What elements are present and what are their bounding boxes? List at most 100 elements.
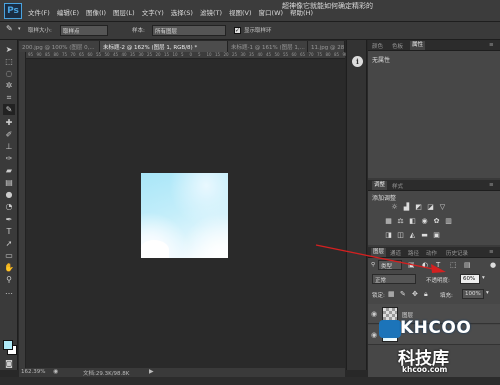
blend-mode-dropdown[interactable]: 正常 [372, 274, 416, 284]
history-brush-tool-icon[interactable]: ✑ [3, 153, 15, 164]
filter-toggle-icon[interactable]: ● [490, 261, 496, 269]
menu-window[interactable]: 窗口(W) [259, 7, 284, 17]
document-image[interactable] [141, 173, 228, 258]
selective-color-icon[interactable]: ▣ [432, 231, 441, 240]
kind-filter-icon[interactable]: ⚲ [371, 262, 375, 268]
zoom-tool-icon[interactable]: ⚲ [3, 274, 15, 285]
marquee-tool-icon[interactable]: ⬚ [3, 56, 15, 67]
menu-view[interactable]: 视图(V) [229, 7, 252, 17]
kind-filter-dropdown[interactable]: 类型 [378, 260, 402, 270]
tab-swatches[interactable]: 色板 [392, 42, 403, 50]
layers-menu-icon[interactable]: ≡ [489, 249, 494, 255]
lock-transparent-icon[interactable]: ▦ [388, 290, 395, 298]
ruler-tick: 60 [291, 52, 297, 57]
opacity-chevron-icon[interactable]: ▾ [482, 275, 485, 281]
visibility-eye-icon[interactable]: ◉ [371, 310, 377, 318]
show-ring-checkbox[interactable]: ✓ [234, 27, 241, 34]
shape-filter-icon[interactable]: ⬚ [450, 261, 457, 269]
dodge-tool-icon[interactable]: ◔ [3, 201, 15, 212]
brightness-icon[interactable]: ☼ [390, 203, 399, 212]
vibrance-icon[interactable]: ▽ [438, 203, 447, 212]
tab-layers[interactable]: 图层 [371, 248, 387, 257]
sample-size-dropdown[interactable]: 取样点 [60, 25, 108, 36]
adjustment-filter-icon[interactable]: ◐ [422, 261, 428, 269]
lock-pixels-icon[interactable]: ✎ [400, 290, 406, 298]
exposure-icon[interactable]: ◪ [426, 203, 435, 212]
path-select-tool-icon[interactable]: ➚ [3, 238, 15, 249]
canvas-area[interactable] [26, 59, 345, 368]
pen-tool-icon[interactable]: ✒ [3, 214, 15, 225]
lock-position-icon[interactable]: ✥ [412, 290, 418, 298]
visibility-eye-icon[interactable]: ◉ [371, 331, 377, 339]
clone-stamp-tool-icon[interactable]: ⊥ [3, 141, 15, 152]
menu-filter[interactable]: 滤镜(T) [200, 7, 222, 17]
tab-document-2[interactable]: 未标题-2 @ 162% (图层 1, RGB/8) * [100, 41, 228, 52]
hue-saturation-icon[interactable]: ▦ [384, 217, 393, 226]
gradient-tool-icon[interactable]: ▤ [3, 177, 15, 188]
channel-mixer-icon[interactable]: ✿ [432, 217, 441, 226]
healing-brush-tool-icon[interactable]: ✚ [3, 117, 15, 128]
smart-object-filter-icon[interactable]: ▤ [464, 261, 471, 269]
watermark-logo: KHCOO [400, 318, 472, 338]
tab-document-4[interactable]: 11.jpg @ 28.5% (图层 0,... [308, 41, 345, 52]
tab-styles[interactable]: 样式 [392, 182, 403, 190]
gradient-map-icon[interactable]: ▬ [420, 231, 429, 240]
tab-adjustments[interactable]: 调整 [372, 181, 388, 190]
ruler-tick: 5 [181, 52, 184, 57]
type-filter-icon[interactable]: T [436, 261, 440, 269]
menu-layer[interactable]: 图层(L) [113, 7, 135, 17]
edit-toolbar-icon[interactable]: … [3, 286, 15, 297]
eyedropper-tool-icon[interactable]: ✎ [3, 104, 15, 115]
opacity-input[interactable]: 60% [460, 274, 480, 284]
photo-filter-icon[interactable]: ◉ [420, 217, 429, 226]
sample-dropdown[interactable]: 所有图层 [152, 25, 226, 36]
eyedropper-icon[interactable]: ✎ [6, 24, 13, 33]
pixel-filter-icon[interactable]: ▣ [408, 261, 415, 269]
tool-preset-chevron-icon[interactable]: ▾ [18, 26, 21, 32]
panel-menu-icon[interactable]: ≡ [489, 42, 494, 48]
tab-document-3[interactable]: 未标题-1 @ 161% (图层 1,... [228, 41, 308, 52]
zoom-level[interactable]: 162.39% [21, 369, 45, 375]
type-tool-icon[interactable]: T [3, 226, 15, 237]
fill-input[interactable]: 100% [462, 289, 484, 299]
curves-icon[interactable]: ◩ [414, 203, 423, 212]
tab-properties[interactable]: 属性 [410, 41, 426, 50]
invert-icon[interactable]: ◨ [384, 231, 393, 240]
tab-actions[interactable]: 动作 [426, 249, 437, 257]
hand-tool-icon[interactable]: ✋ [3, 262, 15, 273]
threshold-icon[interactable]: ◭ [408, 231, 417, 240]
tab-history[interactable]: 历史记录 [446, 249, 468, 257]
tab-document-1[interactable]: 200.jpg @ 100% (图层 0,... [19, 41, 100, 52]
tab-channels[interactable]: 通道 [390, 249, 401, 257]
crop-tool-icon[interactable]: ⌗ [3, 92, 15, 103]
color-balance-icon[interactable]: ⚖ [396, 217, 405, 226]
menu-file[interactable]: 文件(F) [28, 7, 50, 17]
menu-edit[interactable]: 编辑(E) [57, 7, 79, 17]
menu-type[interactable]: 文字(Y) [142, 7, 164, 17]
status-arrow-icon[interactable]: ▶ [149, 368, 154, 375]
posterize-icon[interactable]: ◫ [396, 231, 405, 240]
ruler-tick: 85 [334, 52, 340, 57]
info-icon[interactable]: i [352, 56, 363, 67]
black-white-icon[interactable]: ◧ [408, 217, 417, 226]
foreground-color-swatch[interactable] [3, 340, 13, 350]
lock-all-icon[interactable]: 🔒︎ [424, 290, 428, 299]
quick-mask-icon[interactable]: ◙ [3, 358, 15, 369]
levels-icon[interactable]: ▟ [402, 203, 411, 212]
ruler-tick: 20 [223, 52, 229, 57]
fill-chevron-icon[interactable]: ▾ [486, 290, 489, 296]
blur-tool-icon[interactable]: ● [3, 189, 15, 200]
shape-tool-icon[interactable]: ▭ [3, 250, 15, 261]
adjust-menu-icon[interactable]: ≡ [489, 182, 494, 188]
tab-color[interactable]: 颜色 [372, 42, 383, 50]
lasso-tool-icon[interactable]: ◌ [3, 68, 15, 79]
menu-select[interactable]: 选择(S) [171, 7, 193, 17]
move-tool-icon[interactable]: ➤ [3, 44, 15, 55]
tab-paths[interactable]: 路径 [408, 249, 419, 257]
menu-image[interactable]: 图像(I) [86, 7, 106, 17]
brush-tool-icon[interactable]: ✐ [3, 129, 15, 140]
eraser-tool-icon[interactable]: ▰ [3, 165, 15, 176]
status-info-icon[interactable]: ◉ [53, 368, 58, 375]
color-lookup-icon[interactable]: ▥ [444, 217, 453, 226]
quick-select-tool-icon[interactable]: ✲ [3, 80, 15, 91]
